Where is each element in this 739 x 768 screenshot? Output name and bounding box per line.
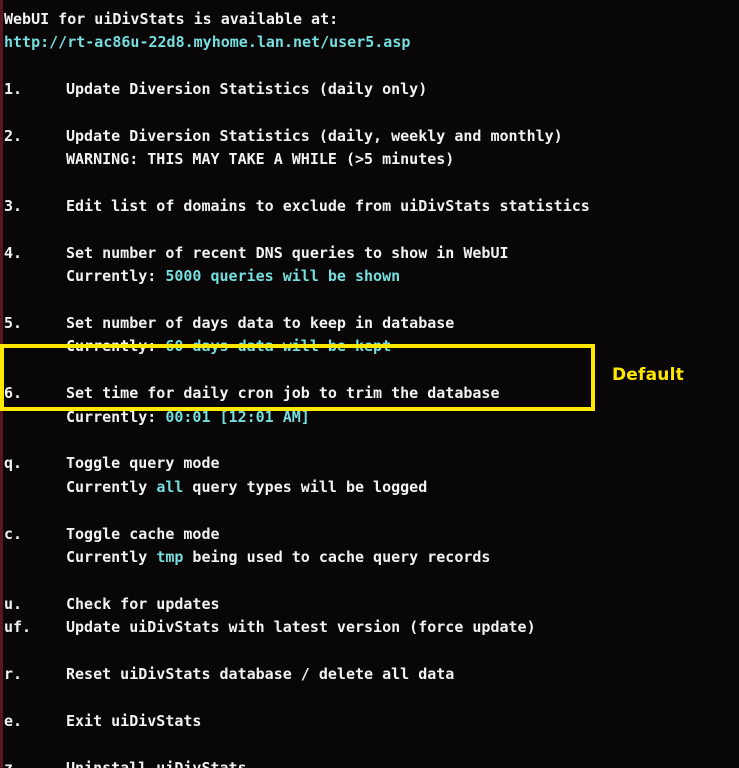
menu-label-z: Uninstall uiDivStats bbox=[66, 758, 247, 768]
menu-item-4[interactable]: 4. Set number of recent DNS queries to sh… bbox=[0, 242, 739, 265]
menu-warning-text-2: WARNING: THIS MAY TAKE A WHILE (>5 minut… bbox=[66, 150, 455, 169]
menu-label-r: Reset uiDivStats database / delete all d… bbox=[66, 664, 455, 683]
menu-item-uf[interactable]: uf. Update uiDivStats with latest version… bbox=[0, 616, 739, 639]
menu-item-4-status: Currently: 5000 queries will be shown bbox=[0, 265, 739, 288]
webui-url[interactable]: http://rt-ac86u-22d8.myhome.lan.net/user… bbox=[0, 31, 739, 54]
menu-item-q[interactable]: q. Toggle query mode bbox=[0, 452, 739, 475]
menu-key-e: e. bbox=[4, 711, 23, 730]
menu-item-z[interactable]: z. Uninstall uiDivStats bbox=[0, 757, 739, 768]
status-prefix-6: Currently: bbox=[66, 407, 166, 426]
menu-key-c: c. bbox=[4, 524, 23, 543]
status-value-6: 00:01 [12:01 AM] bbox=[165, 407, 310, 426]
menu-label-u: Check for updates bbox=[66, 594, 220, 613]
menu-label-6: Set time for daily cron job to trim the … bbox=[66, 384, 500, 403]
menu-item-2-warning: WARNING: THIS MAY TAKE A WHILE (>5 minut… bbox=[0, 148, 739, 171]
menu-label-3: Edit list of domains to exclude from uiD… bbox=[66, 197, 590, 216]
menu-key-1: 1. bbox=[4, 80, 23, 99]
status-prefix-c: Currently bbox=[66, 547, 157, 566]
menu-item-q-status: Currently all query types will be logged bbox=[0, 476, 739, 499]
status-value-4: 5000 queries will be shown bbox=[165, 267, 401, 286]
status-value-q: all bbox=[156, 477, 184, 496]
menu-label-q: Toggle query mode bbox=[66, 454, 220, 473]
menu-item-1[interactable]: 1. Update Diversion Statistics (daily onl… bbox=[0, 78, 739, 101]
menu-item-5-status: Currently: 60 days data will be kept bbox=[0, 335, 739, 358]
webui-available-line: WebUI for uiDivStats is available at: bbox=[4, 10, 339, 28]
status-prefix-5: Currently: bbox=[66, 337, 166, 356]
status-prefix-q: Currently bbox=[66, 477, 157, 496]
menu-label-5: Set number of days data to keep in datab… bbox=[66, 314, 455, 333]
menu-key-uf: uf. bbox=[4, 618, 32, 637]
status-value-5: 60 days data will be kept bbox=[165, 337, 392, 356]
default-annotation-label: Default bbox=[612, 365, 684, 385]
menu-label-uf: Update uiDivStats with latest version (f… bbox=[66, 618, 536, 637]
menu-item-6-status: Currently: 00:01 [12:01 AM] bbox=[0, 406, 739, 429]
menu-label-e: Exit uiDivStats bbox=[66, 711, 202, 730]
menu-key-4: 4. bbox=[4, 243, 23, 262]
status-value-c: tmp bbox=[156, 547, 184, 566]
menu-key-6: 6. bbox=[4, 384, 23, 403]
menu-key-z: z. bbox=[4, 758, 23, 768]
menu-label-4: Set number of recent DNS queries to show… bbox=[66, 243, 509, 262]
menu-key-3: 3. bbox=[4, 197, 23, 216]
status-suffix-c: being used to cache query records bbox=[183, 547, 491, 566]
menu-item-5[interactable]: 5. Set number of days data to keep in dat… bbox=[0, 312, 739, 335]
menu-key-2: 2. bbox=[4, 126, 23, 145]
menu-item-c[interactable]: c. Toggle cache mode bbox=[0, 523, 739, 546]
menu-item-r[interactable]: r. Reset uiDivStats database / delete all… bbox=[0, 663, 739, 686]
menu-item-3[interactable]: 3. Edit list of domains to exclude from u… bbox=[0, 195, 739, 218]
terminal-left-edge-stripe bbox=[0, 0, 3, 768]
menu-key-u: u. bbox=[4, 594, 23, 613]
menu-item-e[interactable]: e. Exit uiDivStats bbox=[0, 710, 739, 733]
menu-item-2[interactable]: 2. Update Diversion Statistics (daily, we… bbox=[0, 125, 739, 148]
menu-key-r: r. bbox=[4, 664, 23, 683]
menu-key-q: q. bbox=[4, 454, 23, 473]
menu-label-c: Toggle cache mode bbox=[66, 524, 220, 543]
menu-key-5: 5. bbox=[4, 314, 23, 333]
status-prefix-4: Currently: bbox=[66, 267, 166, 286]
status-suffix-q: query types will be logged bbox=[183, 477, 428, 496]
menu-label-1: Update Diversion Statistics (daily only) bbox=[66, 80, 428, 99]
terminal-window: WebUI for uiDivStats is available at: ht… bbox=[0, 0, 739, 768]
menu-item-c-status: Currently tmp being used to cache query … bbox=[0, 546, 739, 569]
menu-label-2: Update Diversion Statistics (daily, week… bbox=[66, 126, 563, 145]
menu-item-u[interactable]: u. Check for updates bbox=[0, 593, 739, 616]
